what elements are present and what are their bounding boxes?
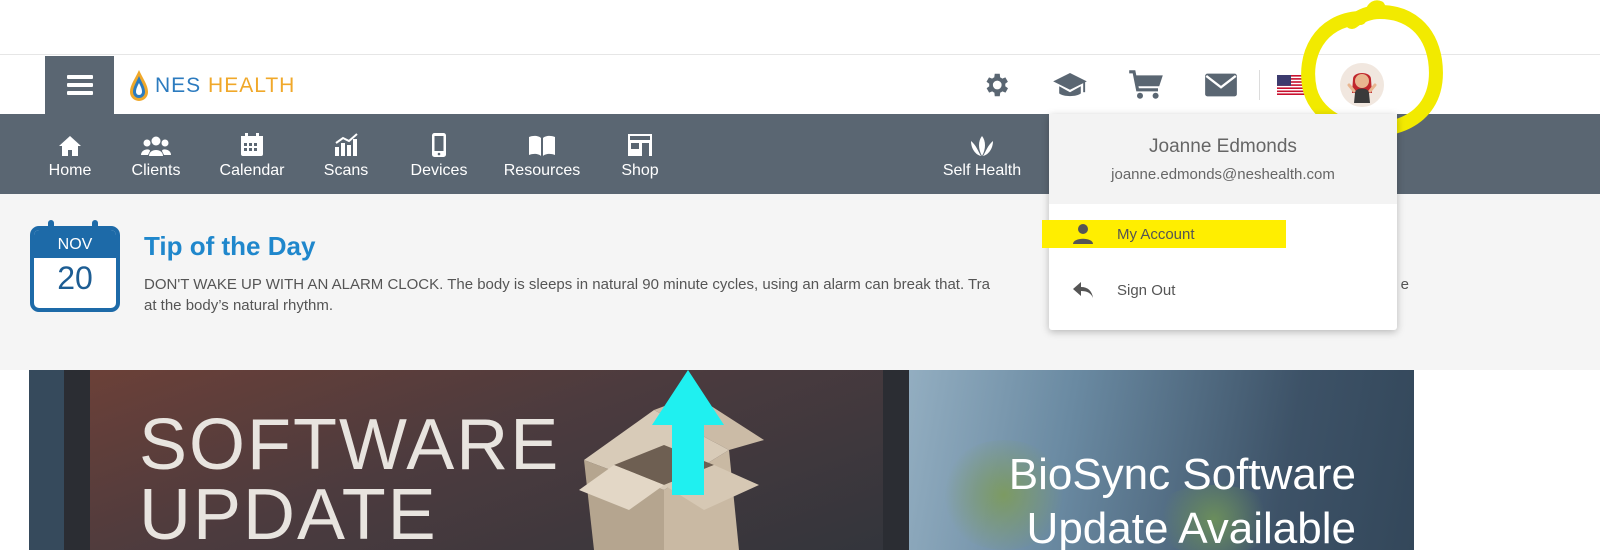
nav-item-calendar[interactable]: Calendar <box>215 114 289 194</box>
banner-right-line1: BioSync Software <box>1008 450 1356 499</box>
us-flag-icon[interactable] <box>1277 75 1309 95</box>
hamburger-menu-icon <box>66 71 93 99</box>
nav-item-shop[interactable]: Shop <box>617 114 663 194</box>
top-header: NES HEALTH <box>0 56 1600 114</box>
banner-software-update-text: SOFTWARE UPDATE <box>139 405 561 550</box>
logo-brand-second: HEALTH <box>208 74 296 97</box>
upload-box-icon <box>579 370 764 550</box>
nav-label: Devices <box>410 161 468 179</box>
reply-icon <box>1073 282 1093 298</box>
nes-health-logo[interactable]: NES HEALTH <box>127 68 295 104</box>
page: NES HEALTH Home Clients Calendar Scans D… <box>0 0 1600 550</box>
envelope-icon <box>1205 73 1237 97</box>
menu-item-sign-out[interactable]: Sign Out <box>1049 275 1397 305</box>
nav-label: Clients <box>131 161 181 179</box>
hamburger-menu-button[interactable] <box>45 56 114 114</box>
shopping-cart-icon <box>1129 70 1163 99</box>
menu-item-label: My Account <box>1117 226 1195 243</box>
tip-month: NOV <box>34 230 116 258</box>
nav-item-devices[interactable]: Devices <box>405 114 473 194</box>
home-icon <box>59 135 81 156</box>
menu-item-label: Sign Out <box>1117 282 1176 299</box>
nav-label: Resources <box>503 161 581 179</box>
chart-icon <box>335 132 358 156</box>
banner-left-line1: SOFTWARE <box>139 405 561 485</box>
logo-text: NES HEALTH <box>155 74 295 98</box>
software-update-banner[interactable]: SOFTWARE UPDATE BioSync Software Update … <box>29 370 1414 550</box>
menu-item-my-account[interactable]: My Account <box>1049 219 1397 249</box>
nav-item-self-health[interactable]: Self Health <box>940 114 1024 194</box>
calendar-ring <box>48 220 54 232</box>
settings-button[interactable] <box>978 68 1014 102</box>
nav-label: Scans <box>323 161 369 179</box>
person-icon <box>1073 224 1093 244</box>
cart-button[interactable] <box>1128 68 1164 102</box>
tip-text-tail: e <box>1400 276 1409 293</box>
tip-text-line1: DON'T WAKE UP WITH AN ALARM CLOCK. The b… <box>144 276 990 293</box>
user-name: Joanne Edmonds <box>1149 136 1297 157</box>
nav-item-scans[interactable]: Scans <box>318 114 374 194</box>
top-spacer <box>0 0 1600 55</box>
nav-label: Home <box>48 161 92 179</box>
banner-left-line2: UPDATE <box>139 475 438 550</box>
store-icon <box>628 133 652 156</box>
book-icon <box>529 135 555 156</box>
nav-label: Shop <box>621 161 659 179</box>
avatar[interactable] <box>1340 63 1384 107</box>
education-button[interactable] <box>1052 68 1088 102</box>
nav-label: Self Health <box>942 161 1022 179</box>
phone-icon <box>432 132 446 157</box>
graduation-cap-icon <box>1053 73 1087 97</box>
nav-item-home[interactable]: Home <box>40 114 100 194</box>
users-icon <box>141 136 171 156</box>
user-email: joanne.edmonds@neshealth.com <box>1111 166 1335 183</box>
messages-button[interactable] <box>1203 68 1239 102</box>
logo-brand-first: NES <box>155 74 202 97</box>
tip-title: Tip of the Day <box>144 231 316 261</box>
calendar-icon <box>241 132 263 156</box>
user-info-header: Joanne Edmonds joanne.edmonds@neshealth.… <box>1049 114 1397 204</box>
banner-right-line2: Update Available <box>1026 504 1356 550</box>
nav-label: Calendar <box>219 161 285 179</box>
gear-icon <box>986 73 1008 97</box>
header-divider <box>1259 70 1260 100</box>
water-drop-icon <box>130 70 148 101</box>
user-avatar-image <box>1340 63 1384 107</box>
banner-biosync-text: BioSync Software Update Available <box>1009 448 1356 550</box>
calendar-ring <box>92 220 98 232</box>
nav-item-clients[interactable]: Clients <box>124 114 188 194</box>
tip-day: 20 <box>57 260 93 296</box>
lotus-icon <box>971 135 993 156</box>
nav-item-resources[interactable]: Resources <box>502 114 582 194</box>
date-calendar-icon: NOV 20 <box>30 220 120 312</box>
